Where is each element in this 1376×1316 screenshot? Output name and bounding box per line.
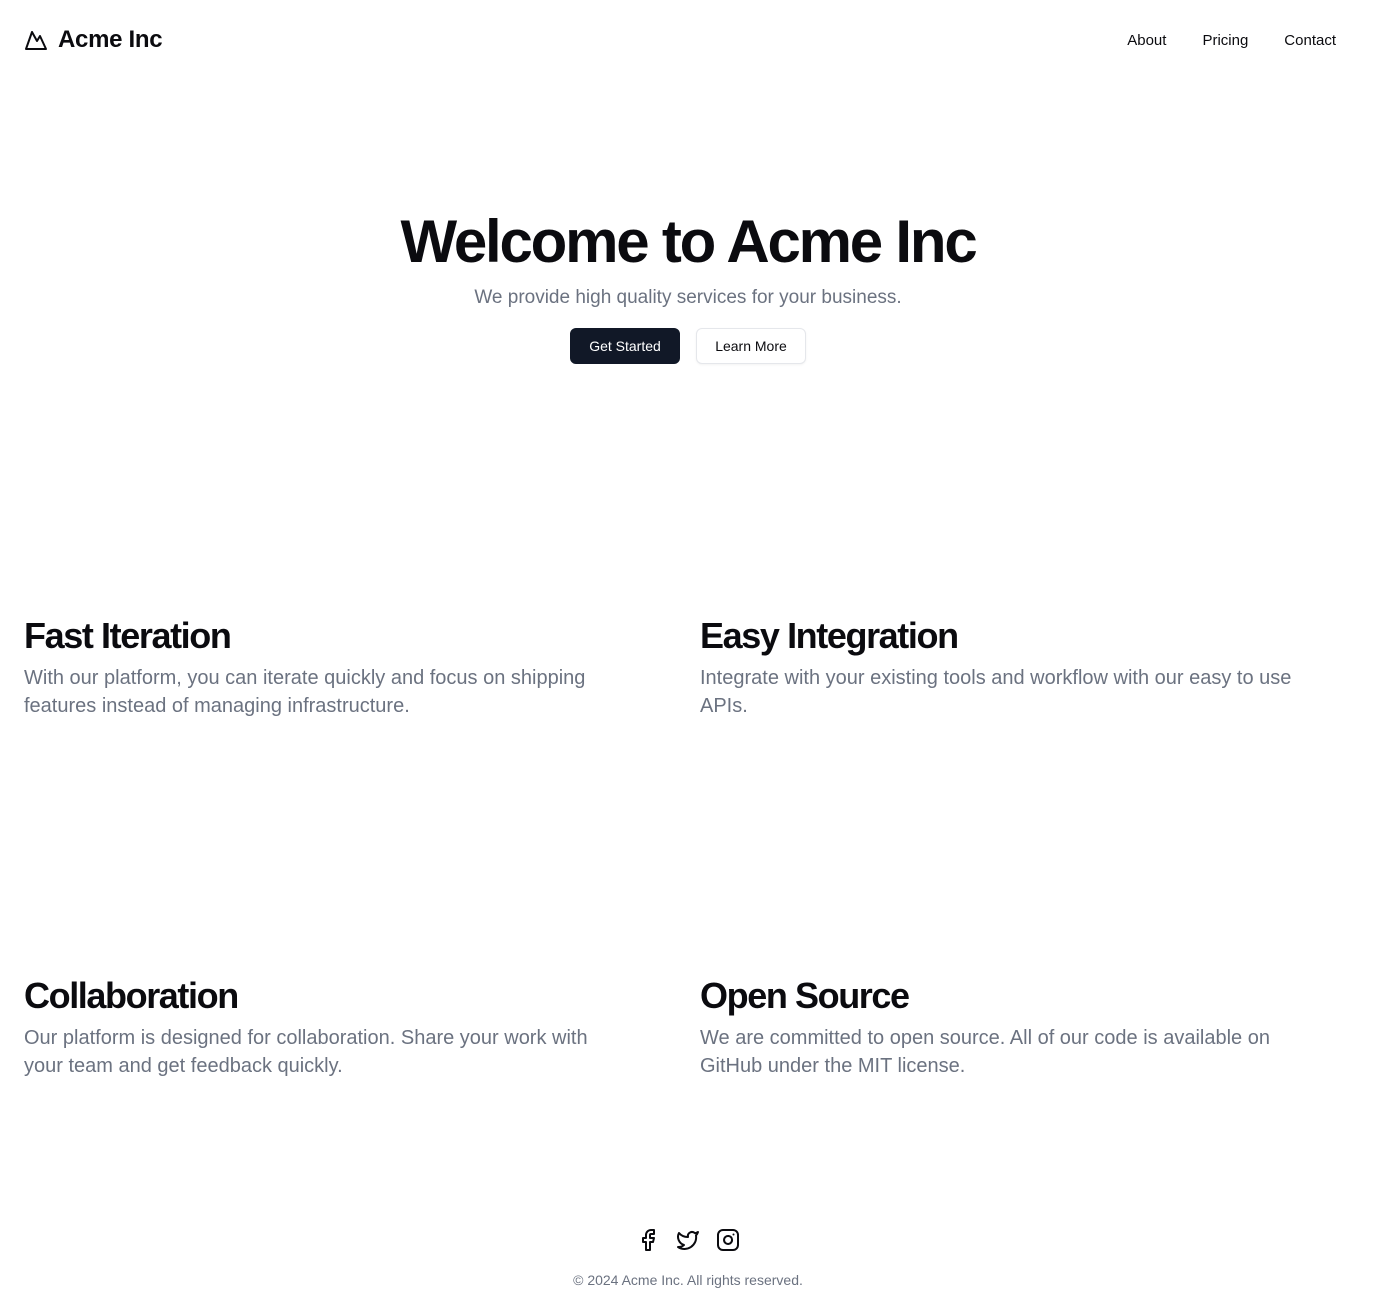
feature-easy-integration: Easy Integration Integrate with your exi… (700, 614, 1320, 720)
feature-title: Collaboration (24, 975, 239, 1016)
social-links (0, 1228, 1376, 1252)
hero-title: Welcome to Acme Inc (400, 208, 977, 275)
twitter-icon[interactable] (676, 1228, 700, 1252)
site-header: Acme Inc About Pricing Contact (0, 0, 1376, 84)
nav-link-about[interactable]: About (1127, 32, 1166, 49)
hero-subtitle: We provide high quality services for you… (474, 287, 902, 308)
copyright-text: © 2024 Acme Inc. All rights reserved. (573, 1272, 803, 1288)
instagram-icon[interactable] (716, 1228, 740, 1252)
facebook-icon[interactable] (636, 1228, 660, 1252)
feature-title: Easy Integration (700, 615, 959, 656)
brand-link[interactable]: Acme Inc (24, 26, 163, 54)
feature-collaboration: Collaboration Our platform is designed f… (24, 974, 614, 1080)
site-footer: © 2024 Acme Inc. All rights reserved. (0, 1228, 1376, 1288)
feature-title: Fast Iteration (24, 615, 232, 656)
feature-open-source: Open Source We are committed to open sou… (700, 974, 1300, 1080)
feature-description: Integrate with your existing tools and w… (700, 667, 1292, 717)
brand-name: Acme Inc (58, 26, 163, 53)
hero-actions: Get Started Learn More (0, 328, 1376, 364)
feature-title: Open Source (700, 975, 910, 1016)
get-started-button[interactable]: Get Started (570, 328, 680, 364)
feature-description: With our platform, you can iterate quick… (24, 667, 586, 717)
feature-description: We are committed to open source. All of … (700, 1027, 1270, 1077)
feature-description: Our platform is designed for collaborati… (24, 1027, 588, 1077)
mountain-icon (24, 28, 48, 52)
learn-more-button[interactable]: Learn More (696, 328, 806, 364)
hero-section: Welcome to Acme Inc We provide high qual… (0, 206, 1376, 364)
main-nav: About Pricing Contact (1127, 32, 1336, 49)
nav-link-pricing[interactable]: Pricing (1202, 32, 1248, 49)
feature-fast-iteration: Fast Iteration With our platform, you ca… (24, 614, 614, 720)
nav-link-contact[interactable]: Contact (1284, 32, 1336, 49)
